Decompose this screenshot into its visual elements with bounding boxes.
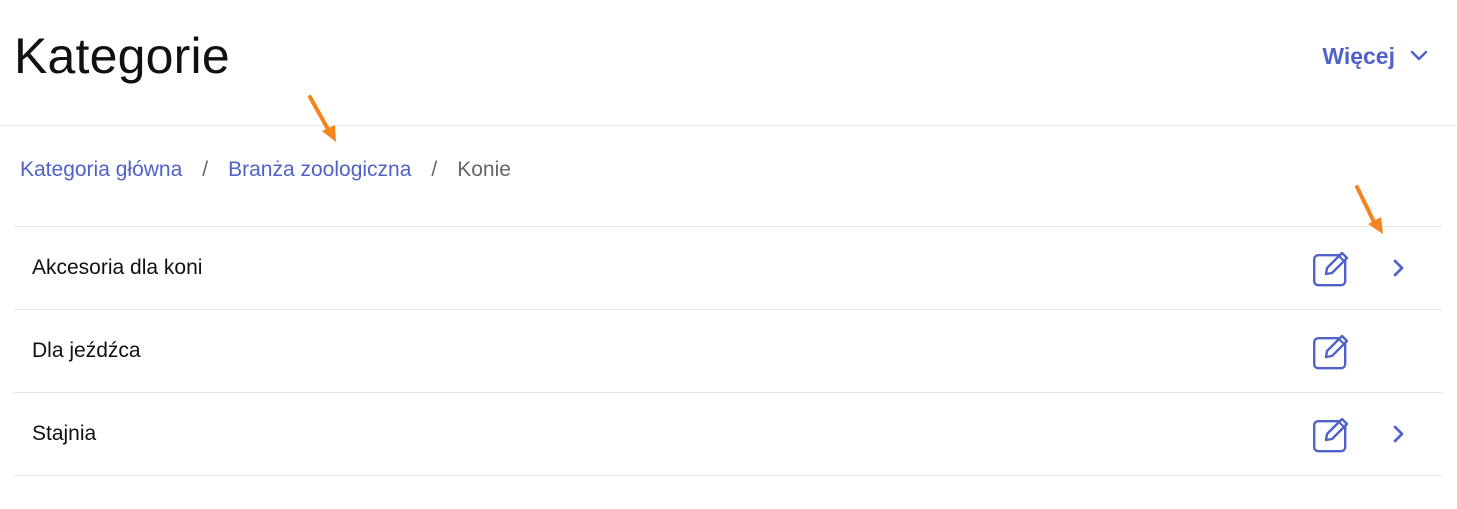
edit-icon[interactable] bbox=[1312, 332, 1350, 370]
category-row: Dla jeźdźca bbox=[14, 310, 1442, 393]
page-title: Kategorie bbox=[14, 28, 230, 84]
category-name: Akcesoria dla koni bbox=[32, 256, 203, 279]
breadcrumb-link-pet-industry[interactable]: Branża zoologiczna bbox=[228, 158, 411, 182]
category-list: Akcesoria dla koni Dla jeźdźca Stajnia bbox=[14, 226, 1442, 476]
category-row: Stajnia bbox=[14, 393, 1442, 476]
more-button[interactable]: Więcej bbox=[1322, 38, 1429, 74]
chevron-down-icon bbox=[1410, 50, 1428, 61]
chevron-right-icon[interactable] bbox=[1386, 256, 1410, 280]
breadcrumb: Kategoria główna / Branża zoologiczna / … bbox=[20, 154, 511, 186]
edit-icon[interactable] bbox=[1312, 415, 1350, 453]
breadcrumb-separator: / bbox=[431, 158, 438, 181]
breadcrumb-separator: / bbox=[202, 158, 209, 181]
edit-icon[interactable] bbox=[1312, 249, 1350, 287]
breadcrumb-current: Konie bbox=[457, 158, 511, 181]
category-row: Akcesoria dla koni bbox=[14, 227, 1442, 310]
category-name: Dla jeźdźca bbox=[32, 339, 141, 362]
category-name: Stajnia bbox=[32, 422, 97, 445]
more-button-label: Więcej bbox=[1322, 42, 1395, 69]
breadcrumb-link-main-category[interactable]: Kategoria główna bbox=[20, 158, 182, 182]
page-header: Kategorie Więcej bbox=[0, 0, 1457, 126]
chevron-right-icon[interactable] bbox=[1386, 422, 1410, 446]
